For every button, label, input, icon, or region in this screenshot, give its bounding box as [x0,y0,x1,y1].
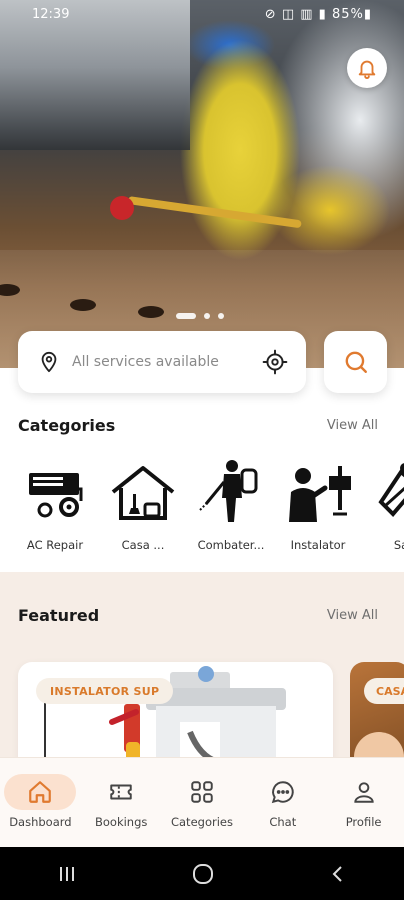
nav-dashboard[interactable]: Dashboard [0,758,81,847]
category-label: Combater... [197,538,265,552]
search-bar[interactable]: All services available [18,331,306,393]
bug-image [70,299,96,311]
home-icon [29,781,52,803]
carousel-dot[interactable] [218,313,224,319]
search-button[interactable] [324,331,387,393]
category-item-instalator[interactable]: Instalator [277,458,359,552]
location-pin-icon [41,351,57,373]
status-icons: ⊘ ◫ ▥ ▮ 85%▮ [264,7,372,22]
categories-header: Categories View All [18,416,378,435]
category-label: Instalator [290,538,346,552]
sprayer-wand [127,196,302,229]
categories-title: Categories [18,416,116,435]
featured-card-tag: INSTALATOR SUP [36,678,174,704]
status-bar: 12:39 ⊘ ◫ ▥ ▮ 85%▮ [0,6,404,26]
nav-label: Chat [269,815,297,829]
search-input[interactable]: All services available [72,354,262,370]
featured-view-all-link[interactable]: View All [327,608,378,623]
category-item-casa[interactable]: Casa ... [102,458,184,552]
cleaning-icon [378,463,404,517]
nav-categories[interactable]: Categories [162,758,243,847]
bell-icon [358,60,376,79]
ticket-icon [110,784,132,800]
hero-banner[interactable]: 12:39 ⊘ ◫ ▥ ▮ 85%▮ [0,0,404,368]
category-label: AC Repair [26,538,84,552]
category-label: Sa [393,538,404,552]
nav-label: Dashboard [9,815,72,829]
house-icon [111,466,175,520]
category-item-ac-repair[interactable]: AC Repair [14,458,96,552]
notification-button[interactable] [347,48,387,88]
featured-title: Featured [18,606,100,625]
system-navigation-bar [0,847,404,900]
sprayer-nozzle [110,196,134,220]
carousel-indicator[interactable] [176,313,224,319]
recent-apps-icon[interactable] [56,864,78,884]
nav-bookings[interactable]: Bookings [81,758,162,847]
featured-card-tag: CASA [364,678,404,704]
user-icon [353,782,374,803]
nav-label: Categories [170,815,233,829]
nav-chat[interactable]: Chat [242,758,323,847]
ac-repair-icon [29,473,83,518]
category-label: Casa ... [121,538,165,552]
search-icon [345,351,367,373]
nav-profile[interactable]: Profile [323,758,404,847]
grid-icon [191,781,213,803]
home-circle-icon[interactable] [191,862,215,886]
pest-control-icon [199,460,258,522]
bottom-navigation: Dashboard Bookings Categories Chat Profi… [0,757,404,847]
current-location-icon[interactable] [262,349,288,375]
categories-view-all-link[interactable]: View All [327,418,378,433]
status-time: 12:39 [32,7,70,22]
categories-list[interactable]: AC Repair Casa ... Combater... Instalato… [0,458,404,558]
featured-header: Featured View All [18,606,378,625]
back-icon[interactable] [328,864,348,884]
nav-label: Bookings [94,815,148,829]
category-item-sa[interactable]: Sa [360,458,404,552]
chat-icon [271,781,294,804]
category-item-pest-control[interactable]: Combater... [190,458,272,552]
carousel-dot[interactable] [204,313,210,319]
carousel-dot[interactable] [176,313,196,319]
plumber-icon [289,466,351,522]
bug-image [138,306,164,318]
nav-label: Profile [345,815,382,829]
